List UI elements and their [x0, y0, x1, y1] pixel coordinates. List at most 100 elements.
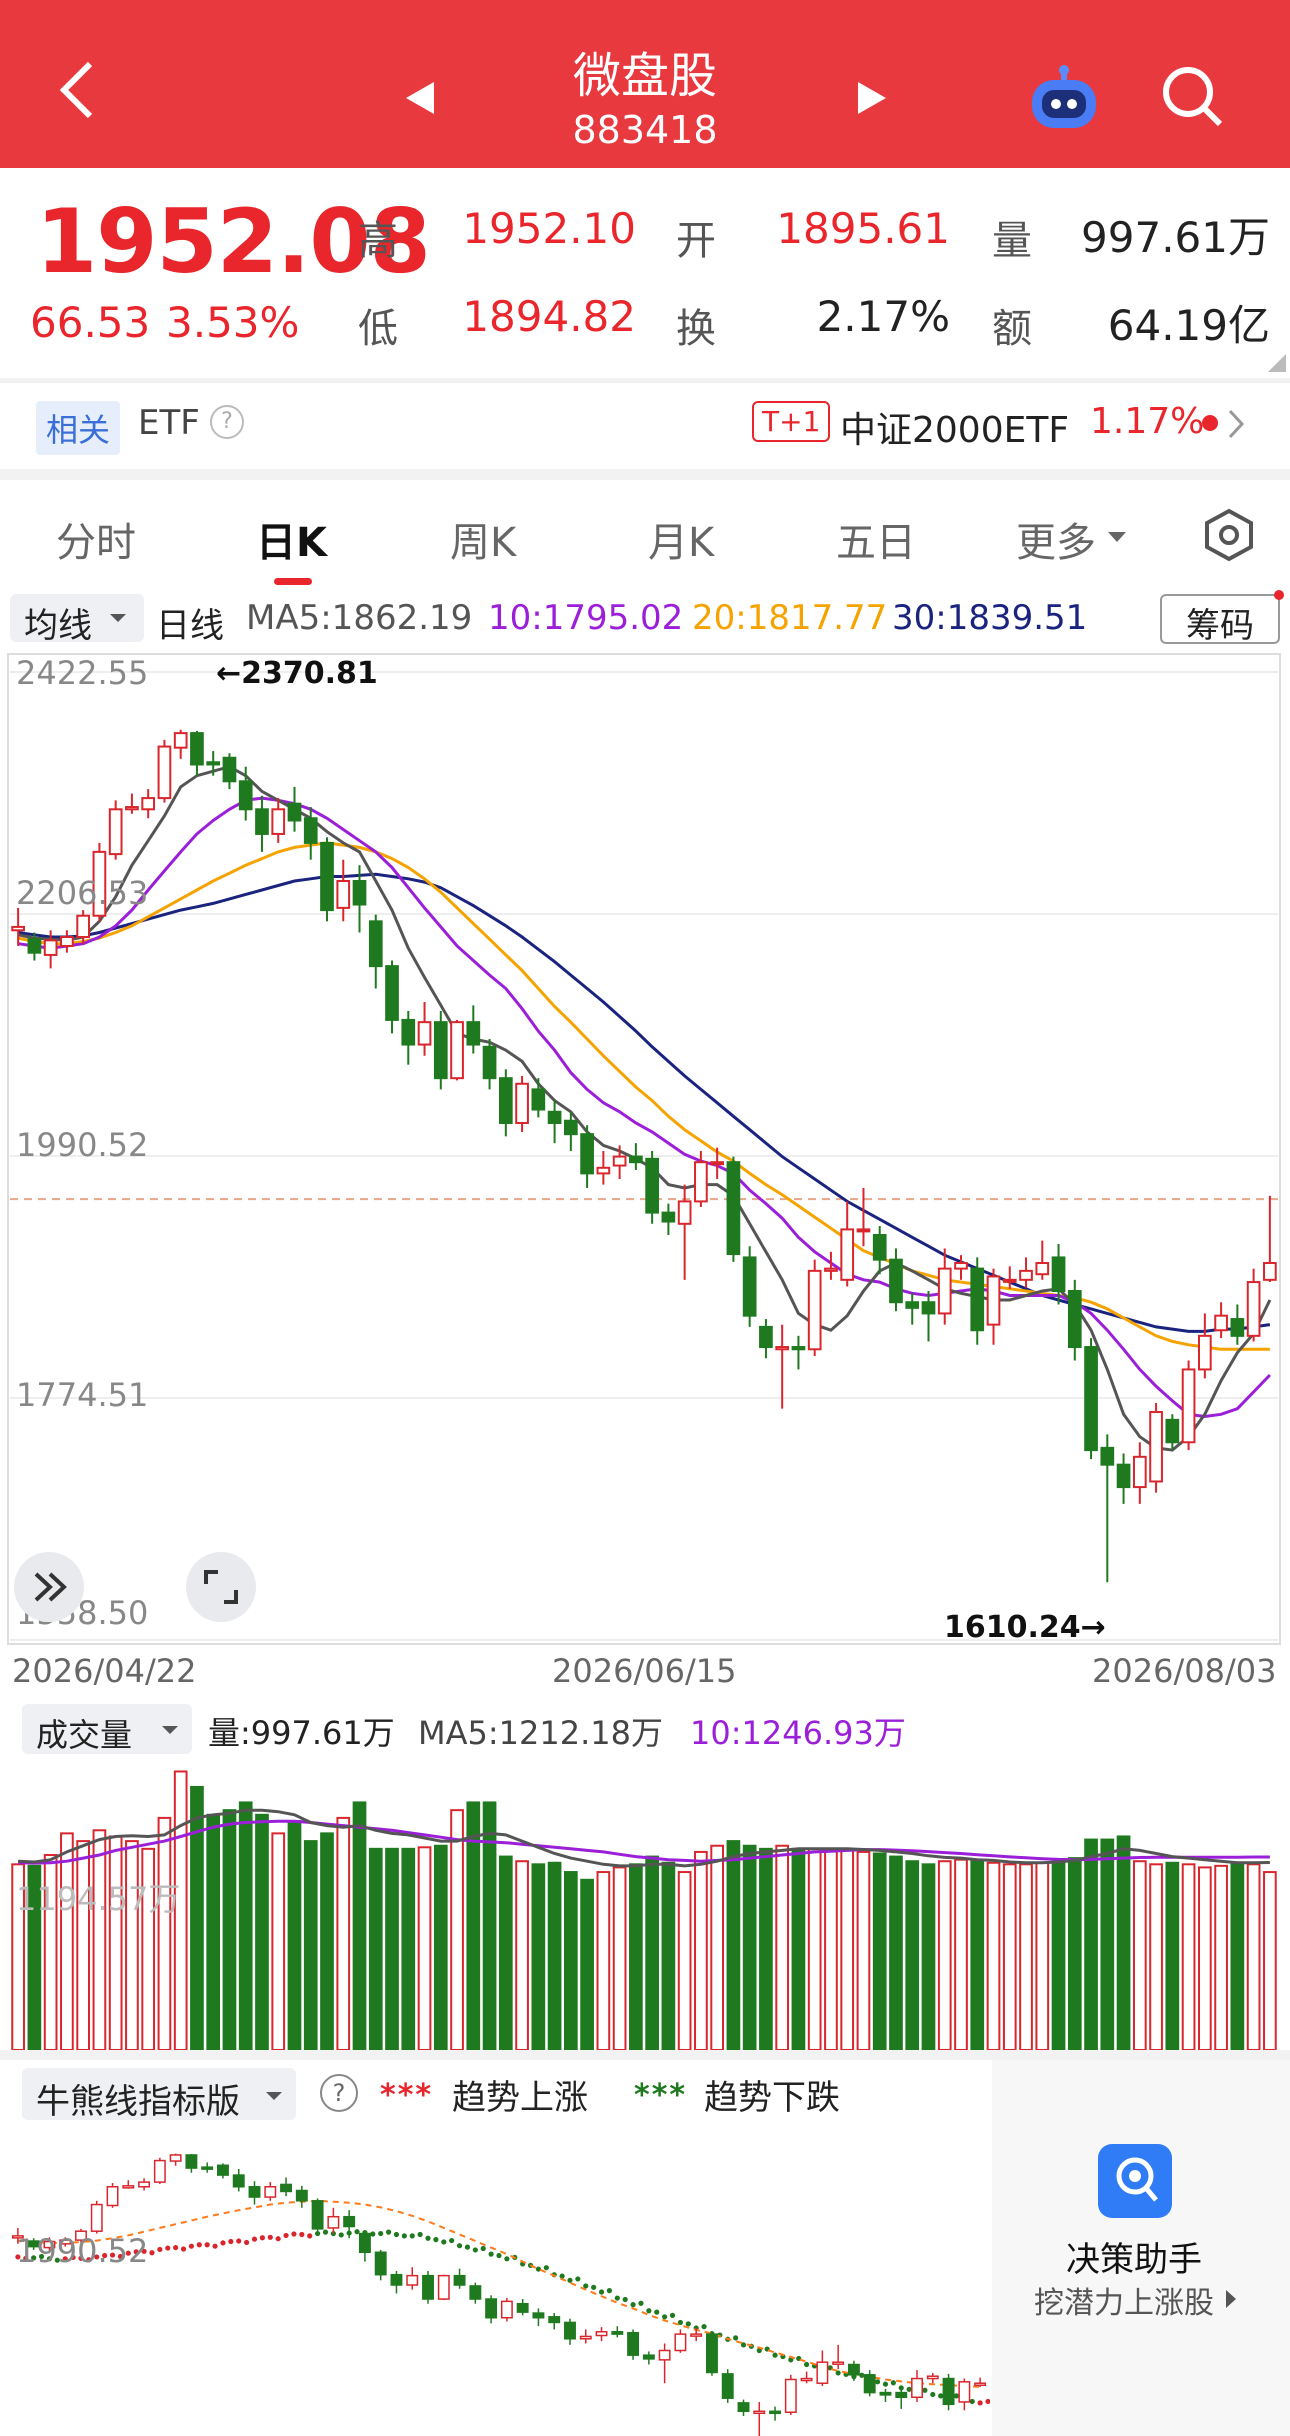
- candle-body: [840, 1228, 855, 1281]
- trend-dot: [472, 2247, 478, 2253]
- volume-ma10-label: 10:1246.93万: [690, 1714, 906, 1752]
- robot-assistant-button[interactable]: [1026, 62, 1102, 136]
- chart-frame: [7, 653, 1281, 1645]
- volume-bar: [1263, 1871, 1277, 2050]
- fullscreen-button[interactable]: [186, 1552, 256, 1622]
- kline-chart-panel[interactable]: 2422.55 2206.53 1990.52 1774.51 1558.50 …: [0, 650, 1290, 1650]
- volume-bar: [1197, 1866, 1212, 2050]
- tab-monthly-k[interactable]: 月K: [648, 510, 714, 568]
- caret-down-icon: [162, 1726, 178, 1734]
- mini-candle-body: [343, 2215, 356, 2228]
- trend-dot: [543, 2265, 549, 2271]
- candle-body: [43, 939, 58, 956]
- trend-dot: [322, 2229, 329, 2235]
- candle-body: [515, 1082, 529, 1124]
- volume-bar: [1051, 1860, 1066, 2050]
- trend-dot: [874, 2379, 881, 2385]
- triangle-right-icon: [1226, 2290, 1236, 2308]
- search-icon: [1163, 67, 1223, 127]
- assistant-title: 决策助手: [1066, 2240, 1202, 2280]
- trend-dot: [385, 2229, 392, 2235]
- mini-candle-body: [153, 2159, 166, 2183]
- related-etf-row[interactable]: 相关 ETF ? T+1 中证2000ETF 1.17%: [0, 382, 1290, 469]
- volume-bar: [1084, 1838, 1098, 2050]
- expand-sidebar-button[interactable]: [14, 1552, 84, 1622]
- volume-bar: [775, 1844, 790, 2050]
- volume-bar: [1100, 1838, 1115, 2050]
- volume-bar: [1214, 1864, 1228, 2050]
- caret-down-icon: [110, 614, 126, 622]
- x-tick-0: 2026/04/22: [12, 1652, 197, 1690]
- trend-dot: [662, 2314, 668, 2320]
- tab-daily-k[interactable]: 日K: [256, 510, 327, 568]
- volume-selector[interactable]: 成交量: [22, 1704, 192, 1754]
- candle-body: [596, 1166, 611, 1175]
- bull-bear-chart[interactable]: [0, 2130, 990, 2436]
- ma10-line: [17, 796, 1271, 1419]
- low-value: 1894.82: [462, 292, 636, 341]
- ma-legend-row: 均线 日线 MA5:1862.19 10:1795.02 20:1817.77 …: [0, 590, 1290, 650]
- mini-candle-body: [595, 2331, 608, 2337]
- kline-chart[interactable]: [0, 650, 1290, 1650]
- mini-candle-body: [358, 2232, 371, 2254]
- ma30-line: [17, 872, 1271, 1333]
- trend-dot: [977, 2400, 983, 2406]
- chip-button[interactable]: 筹码: [1160, 594, 1280, 646]
- mini-candle-body: [185, 2154, 198, 2169]
- volume-bar: [726, 1840, 741, 2050]
- mini-candle-body: [926, 2375, 939, 2380]
- trend-dot: [803, 2361, 810, 2368]
- candle-body: [547, 1110, 562, 1124]
- settings-hexagon-icon[interactable]: [1202, 508, 1256, 562]
- candle-body: [1035, 1262, 1050, 1276]
- ma-selector[interactable]: 均线: [10, 594, 144, 646]
- volume-bar: [970, 1860, 985, 2050]
- volume-bar: [1149, 1863, 1163, 2050]
- mini-candle-body: [705, 2333, 718, 2374]
- trend-dot: [259, 2235, 265, 2241]
- indicator-selector[interactable]: 牛熊线指标版: [22, 2068, 296, 2122]
- trend-dot: [772, 2352, 778, 2358]
- trend-dot: [236, 2238, 242, 2244]
- mini-candle-body: [674, 2333, 687, 2352]
- tab-weekly-k[interactable]: 周K: [450, 510, 516, 568]
- period-label: 日线: [156, 606, 224, 646]
- trend-dot: [488, 2251, 494, 2257]
- candle-body: [1165, 1418, 1180, 1444]
- candle-body: [1230, 1318, 1245, 1337]
- search-button[interactable]: [1160, 64, 1226, 134]
- decision-assistant-card[interactable]: 决策助手 挖潜力上涨股: [992, 2060, 1290, 2436]
- mini-candle-body: [548, 2316, 561, 2324]
- help-icon[interactable]: ?: [210, 405, 244, 439]
- tab-five-day[interactable]: 五日: [836, 510, 916, 568]
- volume-bar: [92, 1829, 107, 2050]
- tab-more[interactable]: 更多: [1016, 510, 1096, 568]
- volume-bar: [157, 1816, 172, 2050]
- candle-body: [157, 745, 172, 800]
- volume-chart[interactable]: [0, 1750, 1290, 2050]
- y-tick-0: 2422.55: [16, 654, 149, 692]
- trend-dot: [733, 2335, 739, 2341]
- ma30-value: 30:1839.51: [892, 598, 1088, 638]
- candle-body: [255, 808, 269, 835]
- trend-dot: [614, 2295, 620, 2301]
- mini-candle-body: [958, 2381, 971, 2403]
- trend-dot: [433, 2237, 439, 2243]
- trend-dot: [456, 2243, 463, 2249]
- candle-body: [694, 1161, 708, 1203]
- trend-dot: [417, 2231, 423, 2238]
- volume-bar: [482, 1801, 497, 2050]
- max-price-label: ←2370.81: [216, 656, 378, 691]
- mini-candle-body: [911, 2377, 923, 2399]
- volume-bar: [580, 1878, 594, 2050]
- legend-up-label: 趋势上涨: [452, 2078, 588, 2118]
- next-stock-button[interactable]: [852, 78, 892, 122]
- low-label: 低: [358, 306, 398, 352]
- indicator-help-icon[interactable]: ?: [320, 2074, 358, 2112]
- volume-ma5-label: MA5:1212.18万: [418, 1714, 663, 1752]
- tab-intraday[interactable]: 分时: [56, 510, 136, 568]
- related-tag: 相关: [36, 401, 121, 455]
- volume-bar: [515, 1860, 529, 2050]
- volume-bar: [190, 1785, 204, 2050]
- candle-body: [336, 879, 351, 909]
